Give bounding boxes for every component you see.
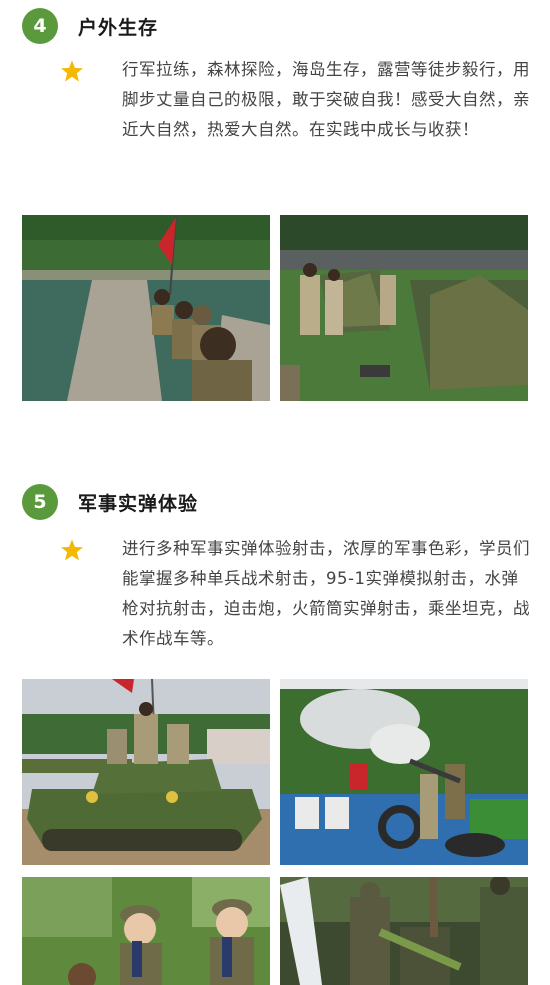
section-5-header: 5 军事实弹体验 (22, 484, 198, 520)
section-title: 户外生存 (78, 16, 159, 39)
section-number-badge: 4 (22, 8, 58, 44)
photo-camping-tents (280, 215, 528, 401)
photo-pier-march (22, 215, 270, 401)
photo-rocket-launcher (280, 679, 528, 865)
photo-tank-ride (22, 679, 270, 865)
star-icon (61, 60, 83, 82)
section-description: 行军拉练，森林探险，海岛生存，露营等徒步毅行，用脚步丈量自己的极限，敢于突破自我… (122, 60, 530, 139)
star-icon (61, 539, 83, 561)
photo-forest-training (280, 877, 528, 985)
section-number-badge: 5 (22, 484, 58, 520)
section-description: 进行多种军事实弹体验射击，浓厚的军事色彩，学员们能掌握多种单兵战术射击，95-1… (122, 539, 530, 648)
photo-kids-water-guns (22, 877, 270, 985)
section-title: 军事实弹体验 (78, 492, 199, 515)
section-4-header: 4 户外生存 (22, 8, 158, 44)
